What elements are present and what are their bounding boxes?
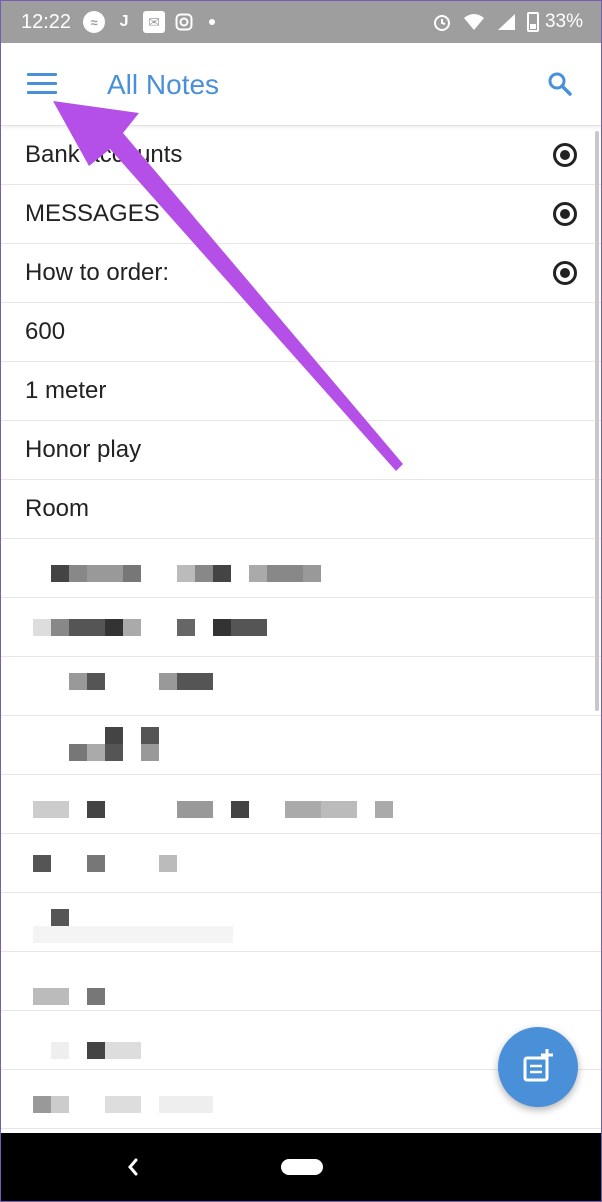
censored-note-item[interactable] bbox=[1, 893, 601, 952]
pixel-block bbox=[213, 565, 231, 582]
pixel-block bbox=[123, 565, 141, 582]
home-pill-icon[interactable] bbox=[281, 1159, 323, 1175]
pixel-block bbox=[33, 855, 51, 872]
pixel-block bbox=[231, 619, 267, 636]
pixel-block bbox=[69, 673, 87, 690]
battery-percent: 33% bbox=[544, 11, 583, 32]
pixel-block bbox=[213, 619, 231, 636]
pixel-block bbox=[69, 744, 87, 761]
pixel-block bbox=[51, 565, 69, 582]
pixel-block bbox=[51, 619, 69, 636]
app-bar: All Notes bbox=[1, 43, 601, 126]
pinned-radio-icon[interactable] bbox=[553, 143, 577, 167]
pixel-block bbox=[177, 619, 195, 636]
new-note-icon bbox=[523, 1049, 553, 1082]
note-item[interactable]: MESSAGES bbox=[1, 185, 601, 244]
pixel-block bbox=[195, 565, 213, 582]
wifi-icon bbox=[463, 11, 485, 33]
pixel-block bbox=[177, 565, 195, 582]
pixel-block bbox=[105, 1042, 141, 1059]
pixel-block bbox=[303, 565, 321, 582]
note-item[interactable]: 1 meter bbox=[1, 362, 601, 421]
pixel-block bbox=[51, 1042, 69, 1059]
back-icon[interactable] bbox=[121, 1153, 145, 1181]
j-icon: J bbox=[119, 13, 129, 30]
battery-icon bbox=[526, 12, 539, 32]
note-item[interactable]: Bank accounts bbox=[1, 126, 601, 185]
pinned-radio-icon[interactable] bbox=[553, 202, 577, 226]
pixel-block bbox=[231, 801, 249, 818]
status-bar: 12:22 ≈ J ✉ 33% bbox=[1, 1, 601, 43]
pixel-block bbox=[87, 855, 105, 872]
censored-note-item[interactable] bbox=[1, 716, 601, 775]
pixel-block bbox=[33, 619, 51, 636]
note-title: 1 meter bbox=[25, 377, 107, 404]
pixel-block bbox=[141, 744, 159, 761]
pixel-block bbox=[141, 727, 159, 744]
pixel-block bbox=[321, 801, 357, 818]
pixel-block bbox=[87, 988, 105, 1005]
pixel-block bbox=[33, 1096, 51, 1113]
system-nav-bar bbox=[1, 1133, 601, 1201]
pixel-block bbox=[249, 565, 267, 582]
censored-note-item[interactable] bbox=[1, 657, 601, 716]
pixel-block bbox=[177, 801, 213, 818]
pixel-block bbox=[87, 565, 123, 582]
screen-frame: 12:22 ≈ J ✉ 33% All Notes Bank accounts … bbox=[0, 0, 602, 1202]
censored-note-item[interactable] bbox=[1, 598, 601, 657]
signal-icon bbox=[495, 11, 517, 33]
pixel-block bbox=[285, 801, 321, 818]
pixel-block bbox=[87, 673, 105, 690]
censored-note-item[interactable] bbox=[1, 834, 601, 893]
note-title: Room bbox=[25, 495, 90, 522]
pixel-block bbox=[69, 565, 87, 582]
pixel-block bbox=[87, 1042, 105, 1059]
pixel-block bbox=[105, 744, 123, 761]
censored-note-item[interactable] bbox=[1, 775, 601, 834]
pixel-block bbox=[105, 727, 123, 744]
list-scrollbar[interactable] bbox=[595, 131, 599, 711]
note-item[interactable]: 600 bbox=[1, 303, 601, 362]
messenger-icon: ≈ bbox=[83, 11, 106, 33]
notification-dot-icon bbox=[209, 19, 216, 25]
notes-list: Bank accounts MESSAGES How to order: 600… bbox=[1, 126, 601, 1129]
pixel-block bbox=[159, 855, 177, 872]
pixel-block bbox=[87, 744, 105, 761]
pixel-block bbox=[33, 988, 69, 1005]
pixel-block bbox=[69, 619, 105, 636]
note-title: How to order: bbox=[25, 259, 170, 286]
note-title: 600 bbox=[25, 318, 66, 345]
menu-icon[interactable] bbox=[27, 73, 57, 95]
status-time: 12:22 bbox=[21, 10, 72, 33]
note-title: Honor play bbox=[25, 436, 142, 463]
pixel-block bbox=[105, 1096, 141, 1113]
mail-icon: ✉ bbox=[143, 11, 166, 33]
alarm-icon bbox=[431, 11, 453, 33]
note-item[interactable]: Honor play bbox=[1, 421, 601, 480]
pixel-block bbox=[33, 926, 233, 943]
search-icon[interactable] bbox=[547, 71, 573, 97]
instagram-icon bbox=[173, 11, 195, 33]
censored-note-item[interactable] bbox=[1, 539, 601, 598]
pixel-block bbox=[51, 909, 69, 926]
pixel-block bbox=[87, 801, 105, 818]
new-note-button[interactable] bbox=[498, 1027, 578, 1107]
censored-note-item[interactable] bbox=[1, 952, 601, 1011]
note-item[interactable]: How to order: bbox=[1, 244, 601, 303]
pinned-radio-icon[interactable] bbox=[553, 261, 577, 285]
pixel-block bbox=[375, 801, 393, 818]
pixel-block bbox=[177, 673, 213, 690]
page-title: All Notes bbox=[107, 69, 220, 100]
note-title: Bank accounts bbox=[25, 141, 183, 168]
pixel-block bbox=[267, 565, 303, 582]
pixel-block bbox=[159, 1096, 213, 1113]
note-title: MESSAGES bbox=[25, 200, 160, 227]
pixel-block bbox=[51, 1096, 69, 1113]
pixel-block bbox=[123, 619, 141, 636]
note-item[interactable]: Room bbox=[1, 480, 601, 539]
pixel-block bbox=[33, 801, 69, 818]
pixel-block bbox=[159, 673, 177, 690]
pixel-block bbox=[105, 619, 123, 636]
